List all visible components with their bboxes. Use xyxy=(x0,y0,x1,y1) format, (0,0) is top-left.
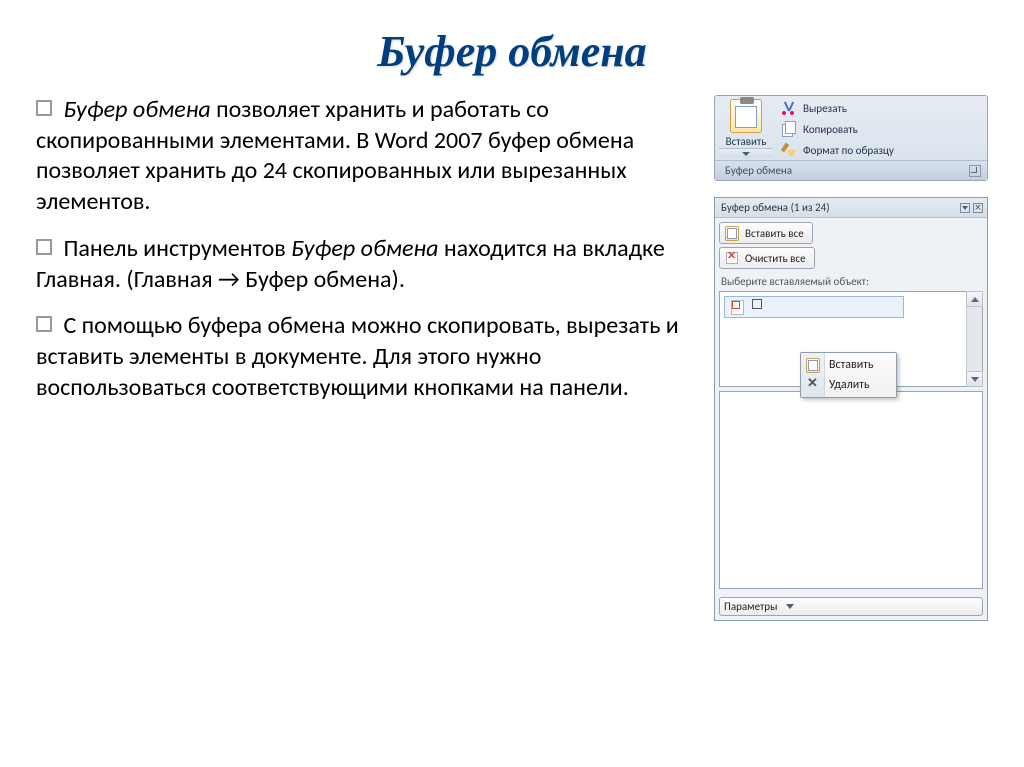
context-delete-item[interactable]: Удалить xyxy=(801,375,896,395)
bullet-2: Панель инструментов Буфер обмена находит… xyxy=(36,234,700,295)
format-painter-label: Формат по образцу xyxy=(803,144,894,157)
bullet-3-text: С помощью буфера обмена можно скопироват… xyxy=(36,311,679,401)
bullet-1-em: Буфер обмена xyxy=(63,95,210,124)
clipboard-item[interactable] xyxy=(724,296,904,318)
scroll-track[interactable] xyxy=(967,306,982,372)
pane-hint: Выберите вставляемый объект: xyxy=(715,271,987,291)
bullet-2-em: Буфер обмена xyxy=(291,234,438,263)
bullet-marker-icon xyxy=(36,316,52,332)
chevron-down-icon xyxy=(786,604,794,609)
pane-header: Буфер обмена (1 из 24) xyxy=(715,198,987,218)
options-button[interactable]: Параметры xyxy=(719,597,983,616)
slide-title: Буфер обмена xyxy=(36,26,988,77)
text-column: Буфер обмена позволяет хранить и работат… xyxy=(36,95,700,621)
screenshots-column: Вставить Вырезать Копировать xyxy=(714,95,988,621)
context-paste-item[interactable]: Вставить xyxy=(801,355,896,375)
list-scrollbar[interactable] xyxy=(966,292,982,386)
chevron-down-icon xyxy=(742,152,750,156)
chevron-up-icon xyxy=(971,297,979,302)
clipboard-item-list: Вставить Удалить xyxy=(719,291,983,387)
format-painter-button[interactable]: Формат по образцу xyxy=(779,141,983,159)
options-label: Параметры xyxy=(724,600,777,613)
pane-close-button[interactable] xyxy=(973,203,983,213)
clipboard-item-preview xyxy=(752,299,762,309)
context-delete-label: Удалить xyxy=(829,378,870,392)
bullet-marker-icon xyxy=(36,100,52,116)
delete-icon xyxy=(805,377,821,393)
document-icon xyxy=(729,299,745,315)
chevron-down-icon xyxy=(962,206,968,210)
ribbon-group-title: Буфер обмена xyxy=(725,164,792,177)
scroll-down-button[interactable] xyxy=(966,371,983,387)
clipboard-item-thumb xyxy=(728,299,746,315)
paste-all-button[interactable]: Вставить все xyxy=(719,222,813,244)
copy-button[interactable]: Копировать xyxy=(779,120,983,138)
paste-icon xyxy=(730,99,762,133)
clear-all-label: Очистить все xyxy=(745,252,806,265)
bullet-1: Буфер обмена позволяет хранить и работат… xyxy=(36,95,700,218)
paste-icon xyxy=(805,357,821,373)
chevron-down-icon xyxy=(971,377,979,382)
paste-all-icon xyxy=(724,225,740,241)
clear-all-icon xyxy=(724,250,740,266)
pane-title: Буфер обмена (1 из 24) xyxy=(721,201,830,214)
context-paste-label: Вставить xyxy=(829,358,874,372)
paste-label: Вставить xyxy=(726,135,767,148)
dialog-launcher-button[interactable] xyxy=(969,165,981,177)
scroll-up-button[interactable] xyxy=(966,291,983,307)
copy-label: Копировать xyxy=(803,123,858,136)
cut-label: Вырезать xyxy=(803,102,847,115)
scissors-icon xyxy=(781,100,797,116)
pane-menu-button[interactable] xyxy=(960,203,970,213)
paste-all-label: Вставить все xyxy=(745,227,804,240)
paste-splitbutton[interactable]: Вставить xyxy=(719,99,773,148)
bullet-3: С помощью буфера обмена можно скопироват… xyxy=(36,311,700,403)
pane-preview-area xyxy=(719,391,983,589)
copy-icon xyxy=(781,121,797,137)
cut-button[interactable]: Вырезать xyxy=(779,99,983,117)
brush-icon xyxy=(781,142,797,158)
clear-all-button[interactable]: Очистить все xyxy=(719,247,815,269)
context-menu: Вставить Удалить xyxy=(800,352,897,398)
bullet-2-pre: Панель инструментов xyxy=(63,234,291,263)
paste-dropdown-button[interactable] xyxy=(719,148,773,158)
clipboard-task-pane: Буфер обмена (1 из 24) Вставить все Очис… xyxy=(714,197,988,621)
bullet-marker-icon xyxy=(36,239,52,255)
ribbon-clipboard-group: Вставить Вырезать Копировать xyxy=(714,95,988,181)
